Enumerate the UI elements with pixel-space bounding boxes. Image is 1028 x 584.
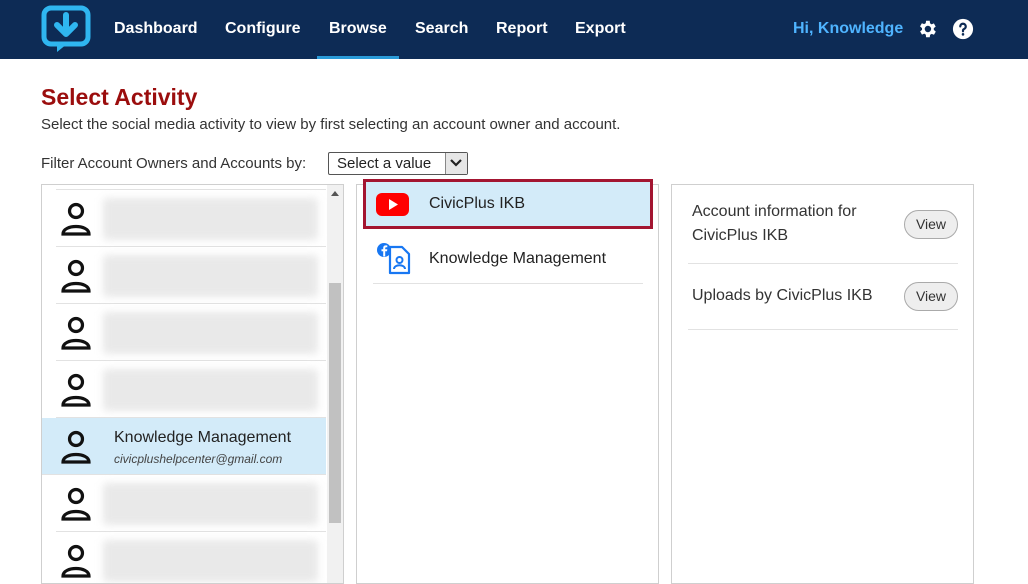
owner-row[interactable] [56, 475, 326, 532]
nav-browse[interactable]: Browse [317, 0, 399, 59]
view-uploads-button[interactable]: View [904, 282, 958, 311]
activity-row-account-info: Account information for CivicPlus IKB Vi… [688, 197, 958, 264]
scroll-thumb[interactable] [329, 283, 341, 523]
nav-search[interactable]: Search [415, 0, 468, 59]
gear-icon[interactable] [916, 18, 938, 40]
scroll-up-arrow-icon[interactable] [331, 191, 339, 196]
filter-select[interactable]: Select a value [328, 152, 468, 175]
top-nav-bar: Dashboard Configure Browse Search Report… [0, 0, 1028, 59]
redacted-owner [103, 483, 318, 525]
account-row-knowledge-management[interactable]: Knowledge Management [373, 235, 643, 284]
owner-row[interactable] [56, 190, 326, 247]
owner-row[interactable] [56, 361, 326, 418]
user-greeting[interactable]: Hi, Knowledge [793, 0, 903, 59]
account-label: CivicPlus IKB [429, 195, 526, 212]
filter-select-value: Select a value [337, 155, 432, 172]
redacted-owner [103, 198, 318, 240]
accounts-list: CivicPlus IKB Knowledge Management [356, 179, 659, 584]
owner-name: Knowledge Management [114, 429, 292, 446]
account-label: Knowledge Management [429, 250, 607, 267]
account-row-civicplus-ikb[interactable]: CivicPlus IKB [363, 179, 653, 229]
activity-label: Account information for CivicPlus IKB [692, 203, 857, 244]
activity-label: Uploads by CivicPlus IKB [692, 287, 873, 304]
person-icon [61, 487, 91, 521]
owner-row-knowledge-management[interactable]: Knowledge Management civicplushelpcenter… [42, 418, 326, 475]
owner-row[interactable] [56, 304, 326, 361]
activity-list: Account information for CivicPlus IKB Vi… [671, 184, 974, 584]
redacted-owner [103, 540, 318, 582]
filter-label: Filter Account Owners and Accounts by: [41, 155, 307, 172]
person-icon [61, 202, 91, 236]
owners-scrollbar[interactable] [327, 185, 343, 583]
app-logo-icon[interactable] [41, 5, 91, 53]
person-icon [61, 373, 91, 407]
chevron-down-icon[interactable] [445, 153, 467, 174]
redacted-owner [103, 369, 318, 411]
owner-row[interactable] [56, 247, 326, 304]
view-account-info-button[interactable]: View [904, 210, 958, 239]
youtube-icon [376, 193, 409, 216]
redacted-owner [103, 255, 318, 297]
page-subtitle: Select the social media activity to view… [41, 116, 621, 133]
account-owners-list: Knowledge Management civicplushelpcenter… [41, 184, 344, 584]
person-icon [61, 544, 91, 578]
nav-export[interactable]: Export [575, 0, 626, 59]
nav-dashboard[interactable]: Dashboard [114, 0, 198, 59]
page-title: Select Activity [41, 84, 198, 110]
person-icon [61, 430, 91, 464]
nav-report[interactable]: Report [496, 0, 548, 59]
help-icon[interactable] [952, 18, 974, 40]
redacted-owner [103, 312, 318, 354]
person-icon [61, 259, 91, 293]
facebook-page-icon [377, 243, 411, 275]
owner-row[interactable] [56, 532, 326, 583]
person-icon [61, 316, 91, 350]
nav-configure[interactable]: Configure [225, 0, 301, 59]
activity-row-uploads: Uploads by CivicPlus IKB View [688, 263, 958, 330]
owner-email: civicplushelpcenter@gmail.com [114, 452, 283, 466]
